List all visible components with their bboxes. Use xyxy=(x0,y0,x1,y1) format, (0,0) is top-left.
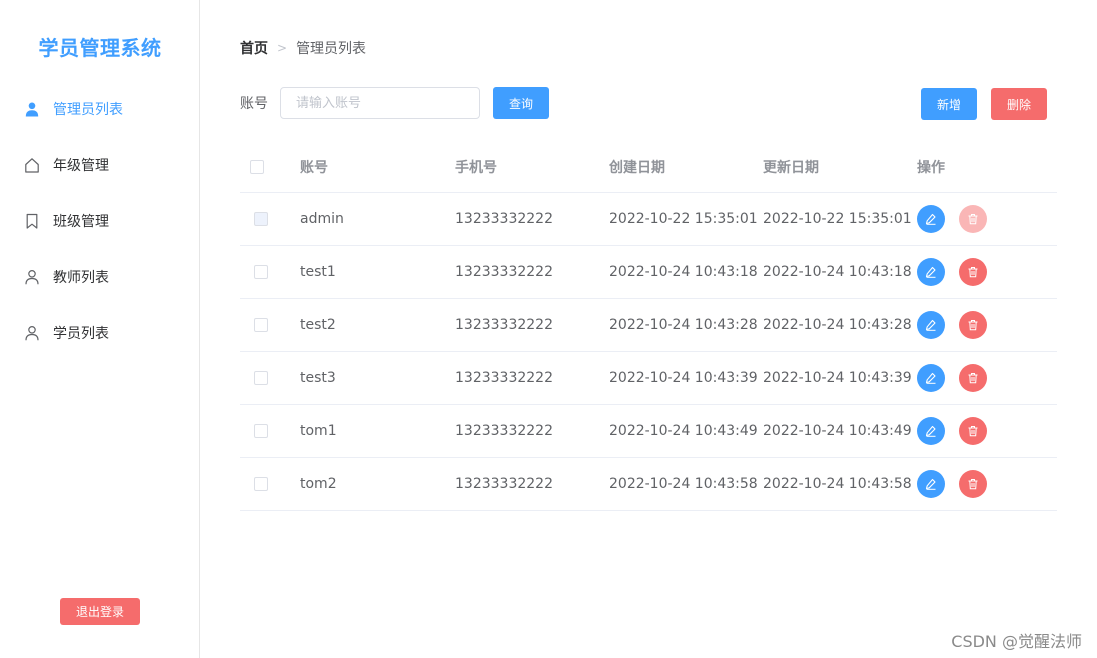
user-icon xyxy=(24,325,40,341)
account-cell: tom2 xyxy=(300,476,337,492)
sidebar: 学员管理系统 管理员列表 年级管理 班级管理 教师列表 学员列表 退出登录 xyxy=(0,0,200,658)
edit-button[interactable] xyxy=(917,311,945,339)
sidebar-item-student-list[interactable]: 学员列表 xyxy=(0,305,199,361)
admin-table: 账号 手机号 创建日期 更新日期 操作 admin 13233332222 20… xyxy=(240,141,1057,511)
phone-cell: 13233332222 xyxy=(455,264,553,280)
table-row: test3 13233332222 2022-10-24 10:43:39 20… xyxy=(240,352,1057,405)
table-row: test1 13233332222 2022-10-24 10:43:18 20… xyxy=(240,246,1057,299)
updated-date-cell: 2022-10-24 10:43:58 xyxy=(763,476,912,492)
watermark: CSDN @觉醒法师 xyxy=(951,632,1082,651)
row-checkbox[interactable] xyxy=(254,318,268,332)
phone-cell: 13233332222 xyxy=(455,317,553,333)
updated-date-cell: 2022-10-24 10:43:39 xyxy=(763,370,912,386)
trash-icon xyxy=(968,426,978,437)
created-date-cell: 2022-10-24 10:43:49 xyxy=(609,423,758,439)
edit-icon xyxy=(925,425,936,437)
updated-date-cell: 2022-10-24 10:43:28 xyxy=(763,317,912,333)
select-all-checkbox[interactable] xyxy=(250,159,264,174)
phone-cell: 13233332222 xyxy=(455,370,553,386)
account-cell: admin xyxy=(300,211,344,227)
edit-icon xyxy=(925,372,936,384)
add-button[interactable]: 新增 xyxy=(921,88,977,120)
trash-icon xyxy=(968,479,978,490)
row-checkbox xyxy=(254,212,268,226)
edit-icon xyxy=(925,213,936,225)
breadcrumb-home[interactable]: 首页 xyxy=(240,38,268,58)
row-checkbox[interactable] xyxy=(254,265,268,279)
phone-cell: 13233332222 xyxy=(455,211,553,227)
trash-icon xyxy=(968,214,978,225)
account-cell: test1 xyxy=(300,264,336,280)
delete-button[interactable] xyxy=(959,311,987,339)
sidebar-item-label: 学员列表 xyxy=(53,326,109,342)
user-icon xyxy=(24,269,40,285)
sidebar-item-teacher-list[interactable]: 教师列表 xyxy=(0,249,199,305)
sidebar-menu: 管理员列表 年级管理 班级管理 教师列表 学员列表 xyxy=(0,81,199,361)
account-search-input[interactable] xyxy=(280,87,480,119)
updated-date-cell: 2022-10-22 15:35:01 xyxy=(763,211,912,227)
column-header-created: 创建日期 xyxy=(609,159,665,176)
column-header-account: 账号 xyxy=(300,159,328,176)
delete-button[interactable] xyxy=(959,364,987,392)
table-row: admin 13233332222 2022-10-22 15:35:01 20… xyxy=(240,193,1057,246)
trash-icon xyxy=(968,267,978,278)
sidebar-item-label: 班级管理 xyxy=(53,214,109,230)
delete-button[interactable] xyxy=(959,417,987,445)
sidebar-item-admin-list[interactable]: 管理员列表 xyxy=(0,81,199,137)
edit-icon xyxy=(925,266,936,278)
sidebar-item-grade-management[interactable]: 年级管理 xyxy=(0,137,199,193)
row-checkbox[interactable] xyxy=(254,371,268,385)
created-date-cell: 2022-10-24 10:43:58 xyxy=(609,476,758,492)
sidebar-item-class-management[interactable]: 班级管理 xyxy=(0,193,199,249)
table-row: tom1 13233332222 2022-10-24 10:43:49 202… xyxy=(240,405,1057,458)
batch-delete-button[interactable]: 删除 xyxy=(991,88,1047,120)
updated-date-cell: 2022-10-24 10:43:18 xyxy=(763,264,912,280)
sidebar-item-label: 年级管理 xyxy=(53,158,109,174)
edit-button[interactable] xyxy=(917,258,945,286)
column-header-phone: 手机号 xyxy=(455,159,497,176)
created-date-cell: 2022-10-22 15:35:01 xyxy=(609,211,758,227)
created-date-cell: 2022-10-24 10:43:28 xyxy=(609,317,758,333)
home-icon xyxy=(24,157,40,173)
column-header-actions: 操作 xyxy=(917,159,945,176)
table-row: test2 13233332222 2022-10-24 10:43:28 20… xyxy=(240,299,1057,352)
sidebar-item-label: 管理员列表 xyxy=(53,102,123,118)
created-date-cell: 2022-10-24 10:43:39 xyxy=(609,370,758,386)
trash-icon xyxy=(968,320,978,331)
phone-cell: 13233332222 xyxy=(455,476,553,492)
account-cell: test3 xyxy=(300,370,336,386)
edit-button[interactable] xyxy=(917,205,945,233)
table-row: tom2 13233332222 2022-10-24 10:43:58 202… xyxy=(240,458,1057,511)
account-search-label: 账号 xyxy=(240,96,268,112)
account-cell: tom1 xyxy=(300,423,337,439)
sidebar-item-label: 教师列表 xyxy=(53,270,109,286)
phone-cell: 13233332222 xyxy=(455,423,553,439)
breadcrumb-separator: > xyxy=(277,41,288,55)
trash-icon xyxy=(968,373,978,384)
column-header-updated: 更新日期 xyxy=(763,159,819,176)
updated-date-cell: 2022-10-24 10:43:49 xyxy=(763,423,912,439)
delete-button xyxy=(959,205,987,233)
created-date-cell: 2022-10-24 10:43:18 xyxy=(609,264,758,280)
edit-icon xyxy=(925,478,936,490)
row-checkbox[interactable] xyxy=(254,424,268,438)
user-filled-icon xyxy=(24,101,40,117)
delete-button[interactable] xyxy=(959,470,987,498)
account-cell: test2 xyxy=(300,317,336,333)
query-button[interactable]: 查询 xyxy=(493,87,549,119)
bookmark-icon xyxy=(24,213,40,229)
edit-button[interactable] xyxy=(917,417,945,445)
delete-button[interactable] xyxy=(959,258,987,286)
breadcrumb: 首页 > 管理员列表 xyxy=(240,38,366,58)
app-logo-title: 学员管理系统 xyxy=(38,36,162,60)
logout-button[interactable]: 退出登录 xyxy=(60,598,140,625)
main-content: 首页 > 管理员列表 账号 查询 新增 删除 账号 手机号 创建日期 更新日期 … xyxy=(200,0,1097,658)
edit-button[interactable] xyxy=(917,470,945,498)
edit-button[interactable] xyxy=(917,364,945,392)
breadcrumb-current: 管理员列表 xyxy=(296,41,367,57)
edit-icon xyxy=(925,319,936,331)
table-header-row: 账号 手机号 创建日期 更新日期 操作 xyxy=(240,141,1057,193)
row-checkbox[interactable] xyxy=(254,477,268,491)
